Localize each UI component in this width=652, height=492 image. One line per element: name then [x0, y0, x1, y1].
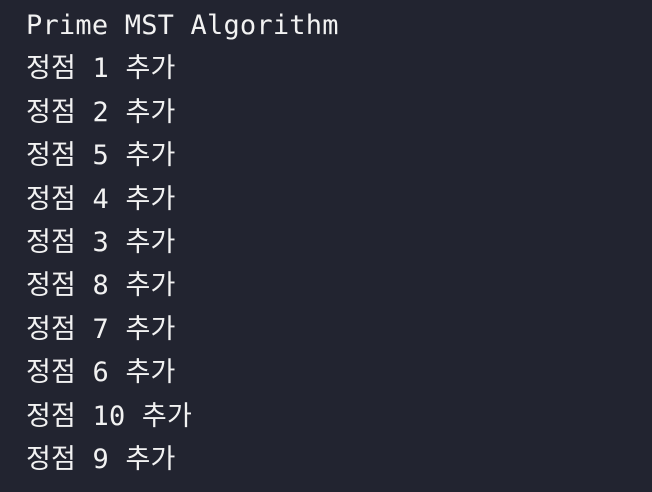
output-line: 정점 8 추가 — [26, 270, 176, 302]
output-line: 정점 4 추가 — [26, 183, 176, 215]
output-line: 정점 7 추가 — [26, 313, 176, 345]
terminal-output[interactable]: Prime MST Algorithm 정점 1 추가 정점 2 추가 정점 5… — [0, 0, 652, 492]
output-line: 정점 5 추가 — [26, 140, 176, 172]
output-line: 정점 10 추가 — [26, 400, 192, 432]
output-line: 정점 6 추가 — [26, 357, 176, 389]
output-header: Prime MST Algorithm — [26, 10, 339, 41]
output-line: 정점 9 추가 — [26, 443, 176, 475]
output-line: 정점 3 추가 — [26, 226, 176, 258]
output-line: 정점 1 추가 — [26, 53, 176, 85]
output-line: 정점 2 추가 — [26, 96, 176, 128]
